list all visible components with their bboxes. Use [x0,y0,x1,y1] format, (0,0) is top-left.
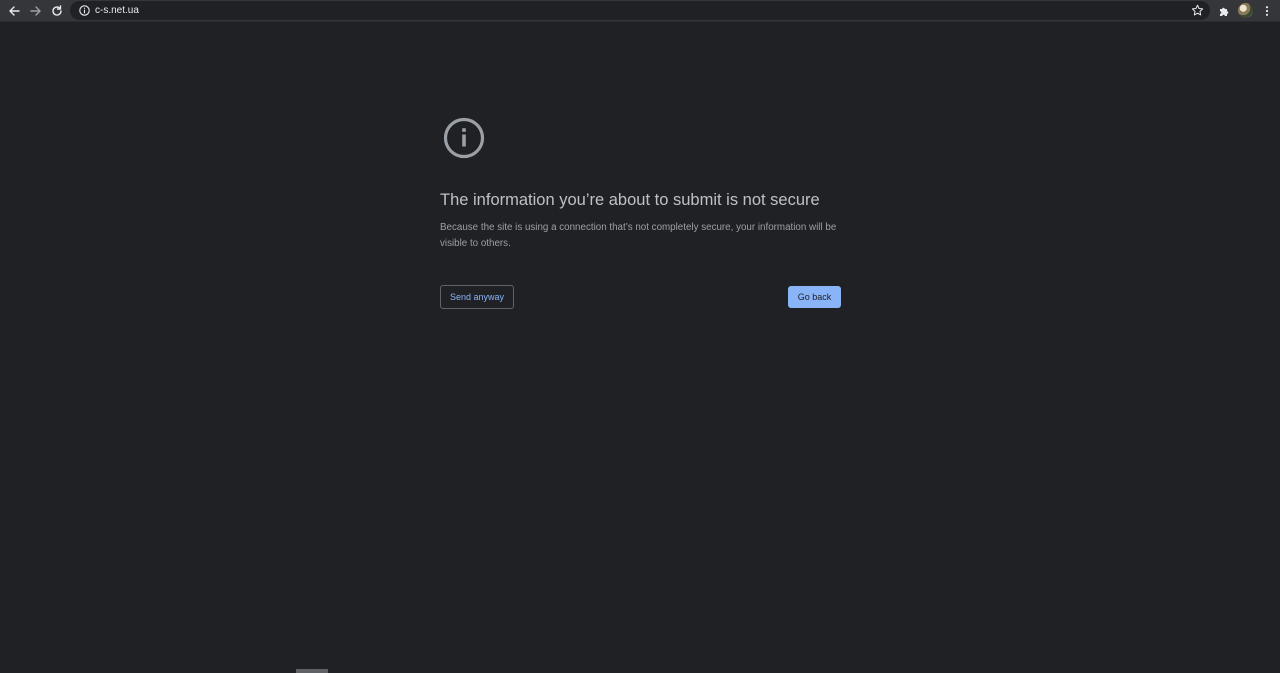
url-text[interactable]: c-s.net.ua [95,3,139,18]
avatar[interactable] [1238,3,1253,18]
go-back-button[interactable]: Go back [788,286,841,308]
send-anyway-button[interactable]: Send anyway [440,285,514,309]
info-circle-icon [443,117,485,159]
info-icon[interactable] [79,5,90,16]
browser-toolbar: c-s.net.ua [0,0,1280,22]
address-bar[interactable]: c-s.net.ua [70,1,1210,20]
reload-icon[interactable] [48,2,66,20]
forward-arrow-icon[interactable] [27,2,45,20]
star-icon[interactable] [1191,4,1204,17]
puzzle-icon[interactable] [1215,2,1233,20]
page-title: The information you’re about to submit i… [440,191,820,209]
horizontal-scrollbar-thumb[interactable] [296,669,328,673]
explanation-text: Because the site is using a connection t… [440,222,837,249]
back-arrow-icon[interactable] [5,2,23,20]
kebab-menu-icon[interactable] [1258,2,1276,20]
